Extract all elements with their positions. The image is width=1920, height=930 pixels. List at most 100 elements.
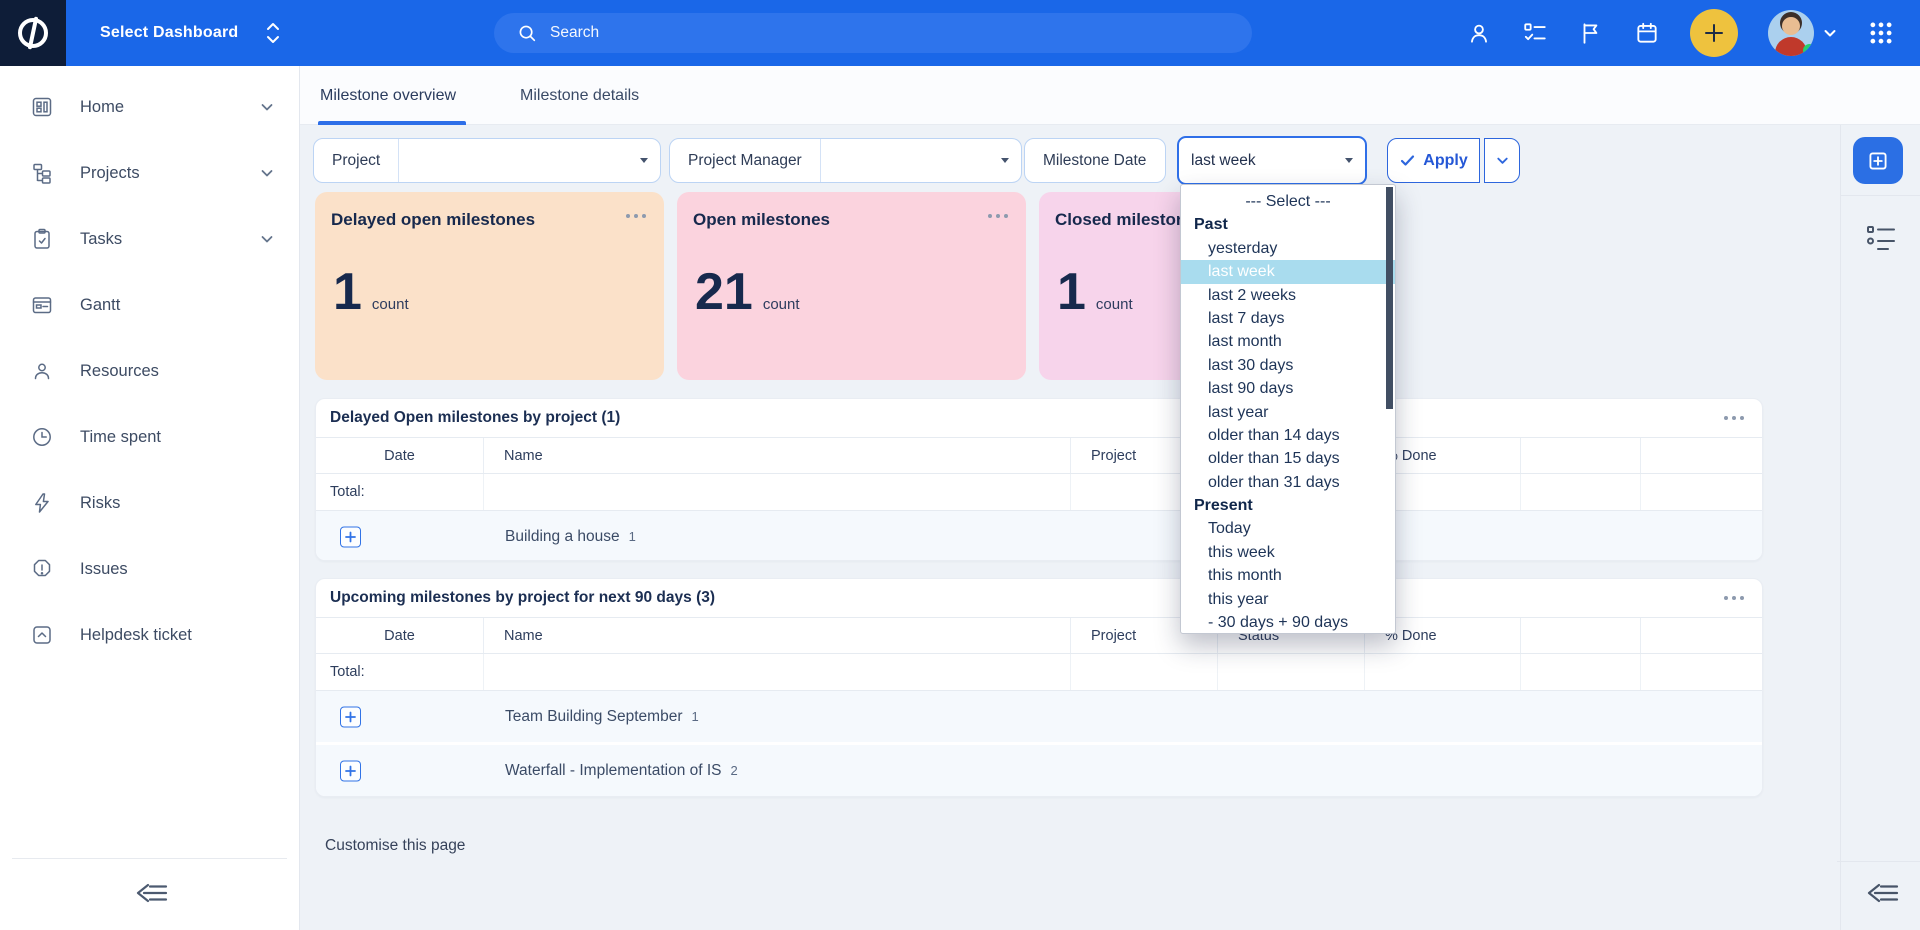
apply-more-button[interactable] — [1484, 138, 1520, 183]
topbar: Select Dashboard Search — [0, 0, 1920, 66]
total-label: Total: — [316, 654, 484, 690]
dropdown-option[interactable]: - 30 days + 90 days — [1181, 611, 1395, 634]
main-content: Milestone overview Milestone details Pro… — [300, 66, 1920, 930]
sidebar-item-time-spent[interactable]: Time spent — [0, 404, 299, 470]
quick-add-button[interactable] — [1690, 9, 1738, 57]
panel-menu-button[interactable] — [1722, 412, 1746, 424]
apply-button[interactable]: Apply — [1387, 138, 1480, 183]
card-title: Delayed open milestones — [331, 210, 535, 230]
dropdown-option[interactable]: last 90 days — [1181, 377, 1395, 400]
dashboard-switch-icon[interactable] — [262, 20, 284, 46]
sidebar-item-issues[interactable]: Issues — [0, 536, 299, 602]
apply-label: Apply — [1423, 152, 1467, 170]
caret-down-icon — [640, 158, 648, 163]
filter-project-select[interactable] — [399, 139, 660, 182]
filter-milestone-date-label: Milestone Date — [1025, 152, 1164, 170]
user-menu[interactable] — [1768, 10, 1838, 56]
milestone-date-value: last week — [1191, 152, 1345, 170]
expand-row-button[interactable] — [340, 706, 361, 727]
filter-project-manager: Project Manager — [669, 138, 1022, 183]
rail-list-button[interactable] — [1863, 221, 1899, 255]
sidebar-item-resources[interactable]: Resources — [0, 338, 299, 404]
dropdown-option-selected[interactable]: last week — [1181, 260, 1395, 283]
dropdown-option[interactable]: last 7 days — [1181, 307, 1395, 330]
filter-milestone-date: Milestone Date — [1024, 138, 1166, 183]
card-value: 1 — [333, 266, 362, 318]
expand-row-button[interactable] — [340, 526, 361, 547]
resources-icon — [30, 359, 54, 383]
panel-delayed-open-milestones: Delayed Open milestones by project (1) D… — [315, 398, 1763, 561]
dropdown-option-select[interactable]: --- Select --- — [1181, 190, 1395, 213]
column-header-name: Name — [484, 618, 1071, 653]
project-name: Waterfall - Implementation of IS — [505, 762, 722, 779]
tab-label: Milestone overview — [320, 87, 456, 105]
sidebar-item-home[interactable]: Home — [0, 74, 299, 140]
dropdown-option[interactable]: last 2 weeks — [1181, 284, 1395, 307]
column-header-empty — [1521, 618, 1641, 653]
project-link[interactable]: Team Building September1 — [505, 708, 699, 726]
search-icon — [516, 22, 538, 44]
search-input[interactable]: Search — [494, 13, 1252, 53]
card-unit: count — [763, 296, 800, 313]
tab-label: Milestone details — [520, 87, 639, 105]
tab-milestone-overview[interactable]: Milestone overview — [320, 66, 456, 125]
dropdown-option[interactable]: Today — [1181, 517, 1395, 540]
table-row: Building a house 1 — [316, 511, 1762, 561]
lightning-icon — [30, 491, 54, 515]
sidebar-item-label: Risks — [80, 494, 120, 513]
dropdown-group-present: Present — [1181, 494, 1395, 517]
sidebar-item-projects[interactable]: Projects — [0, 140, 299, 206]
dashboard-selector[interactable]: Select Dashboard — [100, 0, 238, 66]
tasks-icon — [30, 227, 54, 251]
card-menu-button[interactable] — [986, 210, 1010, 222]
card-title: Open milestones — [693, 210, 830, 230]
add-widget-button[interactable] — [1853, 137, 1903, 184]
customise-page-link[interactable]: Customise this page — [325, 837, 465, 855]
dropdown-option[interactable]: older than 31 days — [1181, 471, 1395, 494]
dropdown-option[interactable]: this year — [1181, 588, 1395, 611]
tab-milestone-details[interactable]: Milestone details — [520, 66, 639, 125]
sidebar-item-tasks[interactable]: Tasks — [0, 206, 299, 272]
filter-project-manager-select[interactable] — [821, 139, 1021, 182]
sidebar-item-risks[interactable]: Risks — [0, 470, 299, 536]
sidebar-item-gantt[interactable]: Gantt — [0, 272, 299, 338]
sidebar-collapse-button[interactable] — [128, 874, 172, 912]
divider — [1841, 195, 1920, 196]
project-link[interactable]: Waterfall - Implementation of IS2 — [505, 762, 738, 780]
checklist-icon[interactable] — [1522, 20, 1548, 46]
sidebar-item-label: Home — [80, 98, 124, 117]
panel-menu-button[interactable] — [1722, 592, 1746, 604]
flag-icon[interactable] — [1578, 20, 1604, 46]
panel-title: Upcoming milestones by project for next … — [330, 589, 715, 607]
sidebar-item-helpdesk[interactable]: Helpdesk ticket — [0, 602, 299, 668]
card-menu-button[interactable] — [624, 210, 648, 222]
divider — [1837, 861, 1920, 862]
milestone-date-select[interactable]: last week — [1177, 136, 1367, 185]
dropdown-option[interactable]: last year — [1181, 401, 1395, 424]
total-label: Total: — [316, 474, 484, 510]
dropdown-option[interactable]: this week — [1181, 541, 1395, 564]
collapse-left-icon — [130, 877, 170, 909]
app-logo[interactable] — [0, 0, 66, 66]
card-value: 1 — [1057, 266, 1086, 318]
dropdown-options: --- Select --- Past yesterday last week … — [1181, 185, 1395, 634]
dropdown-scrollbar[interactable] — [1386, 187, 1393, 409]
calendar-icon[interactable] — [1634, 20, 1660, 46]
table-row: Team Building September1 — [316, 691, 1762, 742]
dropdown-option[interactable]: older than 15 days — [1181, 447, 1395, 470]
dropdown-option[interactable]: yesterday — [1181, 237, 1395, 260]
chevron-down-icon — [259, 231, 275, 247]
project-link[interactable]: Building a house 1 — [505, 528, 636, 546]
row-count: 1 — [629, 529, 636, 544]
dropdown-option[interactable]: older than 14 days — [1181, 424, 1395, 447]
project-name: Building a house — [505, 528, 620, 545]
gantt-icon — [30, 293, 54, 317]
expand-row-button[interactable] — [340, 760, 361, 781]
dropdown-option[interactable]: last month — [1181, 330, 1395, 353]
apps-grid-icon[interactable] — [1868, 20, 1894, 46]
rail-collapse-button[interactable] — [1858, 874, 1904, 912]
dropdown-option[interactable]: this month — [1181, 564, 1395, 587]
sidebar-divider — [12, 858, 287, 859]
dropdown-option[interactable]: last 30 days — [1181, 354, 1395, 377]
user-icon[interactable] — [1466, 20, 1492, 46]
